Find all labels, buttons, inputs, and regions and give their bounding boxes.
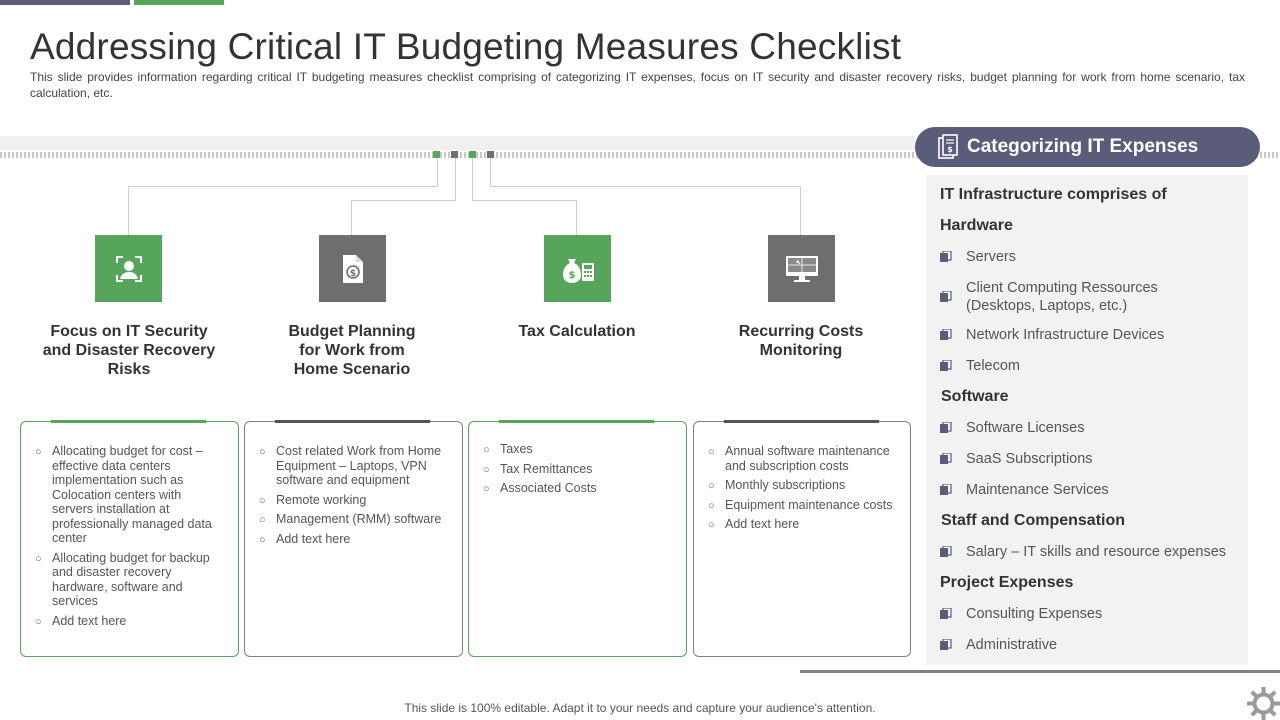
software-heading: Software: [941, 388, 1009, 405]
list-item: ○ Taxes: [483, 442, 533, 456]
budget-icon-box: $: [319, 235, 386, 302]
project-heading: Project Expenses: [940, 574, 1074, 591]
list-item: ○ Associated Costs: [483, 481, 597, 495]
list-item: ○ Monthly subscriptions: [708, 478, 846, 492]
security-icon-box: [95, 235, 162, 302]
column-title-security: Focus on IT Security and Disaster Recove…: [42, 323, 216, 378]
column-title-recurring: Recurring Costs Monitoring: [738, 323, 864, 359]
list-item: Salary – IT skills and resource expenses: [940, 543, 1226, 561]
bottom-rule: [800, 670, 1280, 673]
categorizing-header: $ Categorizing IT Expenses: [915, 127, 1260, 167]
dollar-document-icon: $: [342, 254, 363, 283]
staff-heading: Staff and Compensation: [941, 512, 1126, 529]
checklist-bullet-icon: [940, 453, 952, 464]
card-tab: [724, 420, 879, 423]
list-item: Client Computing Ressources (Desktops, L…: [940, 279, 1180, 315]
card-tab: [51, 420, 206, 423]
checklist-bullet-icon: [940, 291, 952, 302]
list-item: ○ Management (RMM) software: [259, 512, 442, 526]
checklist-bullet-icon: [940, 329, 952, 340]
checklist-bullet-icon: [940, 251, 952, 262]
list-item: ○ Annual software maintenance and subscri…: [708, 444, 890, 473]
connector-line: [437, 158, 438, 187]
categorizing-header-title: Categorizing IT Expenses: [967, 136, 1199, 157]
list-item: ○ Add text here: [708, 517, 800, 531]
connector-line: [490, 186, 801, 187]
card-tab: [499, 420, 654, 423]
card-recurring: ○ Annual software maintenance and subscri…: [693, 420, 911, 657]
list-item: Maintenance Services: [940, 481, 1109, 499]
svg-text:$: $: [349, 269, 355, 279]
column-title-budget: Budget Planning for Work from Home Scena…: [288, 323, 416, 378]
card-security: ○ Allocating budget for cost – effective …: [20, 420, 239, 657]
connector-dot-4: [487, 151, 494, 158]
connector-line: [490, 158, 491, 187]
connector-line: [472, 200, 577, 201]
list-item: Consulting Expenses: [940, 605, 1102, 623]
top-accent-line-purple: [0, 0, 130, 5]
column-title-tax: Tax Calculation: [518, 323, 636, 340]
checklist-bullet-icon: [940, 546, 952, 557]
list-item: ○ Allocating budget for cost – effective …: [35, 444, 212, 545]
checklist-bullet-icon: [940, 422, 952, 433]
list-item: ○ Tax Remittances: [483, 461, 593, 476]
card-budget: ○ Cost related Work from Home Equipment –…: [244, 420, 463, 657]
list-item: Administrative: [940, 636, 1057, 654]
list-item: Network Infrastructure Devices: [940, 326, 1164, 344]
monitor-icon: [785, 255, 818, 282]
list-item: Servers: [940, 248, 1016, 266]
list-item: ○ Equipment maintenance costs: [708, 497, 893, 512]
connector-line: [351, 200, 456, 201]
connector-line: [455, 158, 456, 201]
categorizing-panel: IT Infrastructure comprises of Hardware …: [926, 175, 1248, 665]
top-accent-line-green: [134, 0, 224, 5]
connector-line: [800, 186, 801, 235]
checklist-bullet-icon: [940, 360, 952, 371]
monitoring-icon-box: [768, 235, 835, 302]
money-bag-calculator-icon: $: [562, 258, 594, 283]
card-tax: ○ Taxes ○ Tax Remittances ○ Associated Cost…: [468, 420, 687, 657]
connector-dot-2: [451, 151, 458, 158]
svg-text:$: $: [947, 145, 953, 154]
list-item: ○ Allocating budget for backup and disast…: [35, 550, 210, 609]
svg-text:$: $: [568, 270, 575, 281]
list-item: ○ Add text here: [35, 613, 127, 628]
slide-title: Addressing Critical IT Budgeting Measure…: [30, 26, 902, 67]
connector-line: [351, 200, 352, 235]
gear-icon: [1247, 687, 1280, 720]
header-band: [0, 136, 915, 150]
checklist-bullet-icon: [940, 484, 952, 495]
list-item: Software Licenses: [940, 419, 1084, 437]
list-item: ○ Remote working: [259, 492, 367, 507]
list-item: SaaS Subscriptions: [940, 450, 1093, 468]
tax-icon-box: $: [544, 235, 611, 302]
connector-line: [576, 200, 577, 235]
checklist-bullet-icon: [940, 608, 952, 619]
list-item: Telecom: [940, 357, 1020, 375]
list-item: ○ Add text here: [259, 531, 351, 546]
checklist-bullet-icon: [940, 639, 952, 650]
connector-line: [128, 186, 438, 187]
hardware-heading: Hardware: [940, 217, 1013, 234]
connector-dot-3: [469, 151, 476, 158]
person-scan-icon: [115, 255, 142, 282]
list-item: ○ Cost related Work from Home Equipment –…: [259, 444, 442, 487]
connector-line: [128, 186, 129, 235]
slide-subtitle: This slide provides information regardin…: [30, 70, 1245, 100]
connector-line: [472, 158, 473, 201]
invoice-dollar-icon: $: [938, 134, 958, 159]
connector-dot-1: [433, 151, 440, 158]
card-tab: [275, 420, 430, 423]
panel-intro: IT Infrastructure comprises of: [940, 186, 1167, 203]
footer-note: This slide is 100% editable. Adapt it to…: [404, 701, 876, 715]
